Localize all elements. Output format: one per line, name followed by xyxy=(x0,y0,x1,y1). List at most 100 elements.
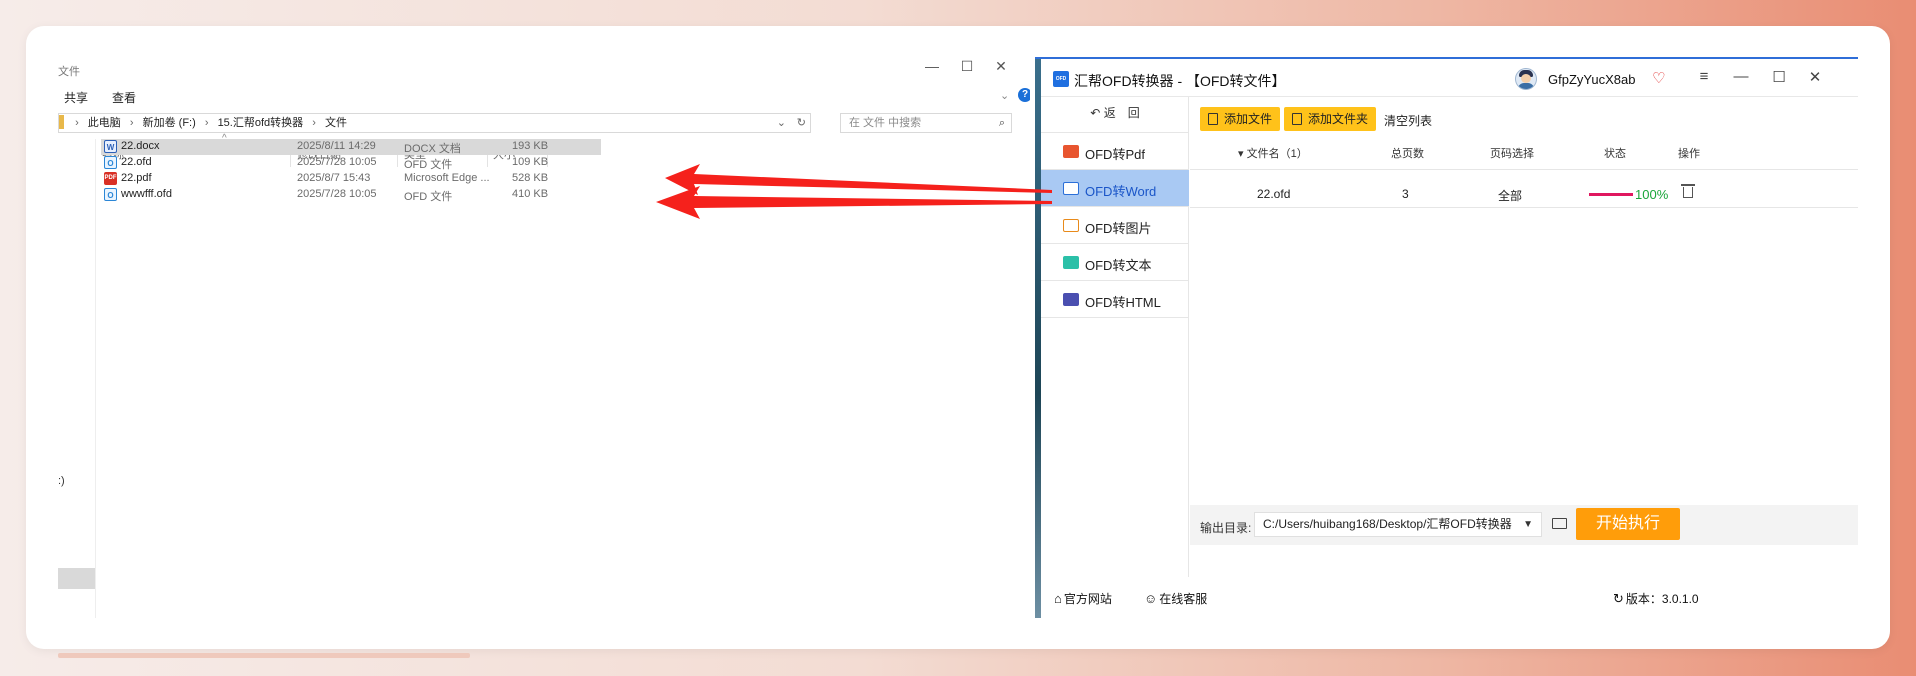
file-type: Microsoft Edge ... xyxy=(404,172,490,184)
progress-fill xyxy=(1589,193,1633,196)
output-path-select[interactable]: C:/Users/huibang168/Desktop/汇帮OFD转换器 ▼ xyxy=(1254,512,1542,537)
version-label: ↻ 版本：3.0.1.0 xyxy=(1613,591,1699,606)
back-label: 返 回 xyxy=(1103,106,1140,120)
minimize-button[interactable]: — xyxy=(917,58,947,74)
file-size: 109 KB xyxy=(512,156,549,168)
sidebar-item-label: OFD转Pdf xyxy=(1085,147,1145,162)
sidebar-item-image[interactable]: OFD转图片 xyxy=(1041,207,1189,244)
app-logo-icon: OFD xyxy=(1053,71,1069,87)
nav-item[interactable]: :) xyxy=(58,475,65,487)
search-icon: ⌕ xyxy=(998,117,1005,129)
official-website-link[interactable]: ⌂ 官方网站 xyxy=(1054,590,1112,607)
file-date: 2025/8/7 15:43 xyxy=(297,172,371,184)
explorer-title: 文件 xyxy=(58,66,80,78)
folder-icon xyxy=(59,115,64,129)
add-file-button[interactable]: 添加文件 xyxy=(1200,107,1281,131)
home-icon: ⌂ xyxy=(1054,591,1062,606)
open-folder-icon[interactable] xyxy=(1552,518,1567,529)
breadcrumb-current[interactable]: 文件 xyxy=(325,117,347,129)
header-status: 状态 xyxy=(1604,148,1626,160)
file-row[interactable]: PDF 22.pdf 2025/8/7 15:43 Microsoft Edge… xyxy=(101,171,601,187)
file-type: OFD 文件 xyxy=(404,191,453,203)
sidebar-item-label: OFD转图片 xyxy=(1085,221,1152,236)
text-icon xyxy=(1063,256,1079,269)
sidebar-item-label: OFD转HTML xyxy=(1085,295,1161,310)
back-button[interactable]: ↶ 返 回 xyxy=(1041,97,1189,133)
sidebar-item-pdf[interactable]: OFD转Pdf xyxy=(1041,133,1189,170)
decorative-strip xyxy=(58,653,470,658)
add-folder-button[interactable]: 添加文件夹 xyxy=(1284,107,1377,131)
file-explorer-window: 文件 — ☐ ✕ 共享 查看 ⌄ ? › 此电脑 › 新加卷 (F:) › 15… xyxy=(58,53,1030,618)
html-icon xyxy=(1063,293,1079,306)
online-service-link[interactable]: ☺ 在线客服 xyxy=(1144,590,1207,607)
file-name: 22.docx xyxy=(121,140,160,152)
maximize-button[interactable]: ☐ xyxy=(1768,68,1790,86)
sidebar: ↶ 返 回 OFD转Pdf OFD转Word OFD转图片 OFD转文本 OFD… xyxy=(1041,97,1189,577)
file-type: DOCX 文档 xyxy=(404,143,461,155)
folder-icon xyxy=(1292,113,1302,125)
breadcrumb-drive[interactable]: 新加卷 (F:) xyxy=(143,117,196,129)
file-date: 2025/7/28 10:05 xyxy=(297,188,377,200)
progress-bar xyxy=(1589,193,1633,196)
output-bar: 输出目录: C:/Users/huibang168/Desktop/汇帮OFD转… xyxy=(1190,505,1858,545)
footer: ⌂ 官方网站 ☺ 在线客服 ↻ 版本：3.0.1.0 xyxy=(1041,582,1858,618)
row-page-range[interactable]: 全部 xyxy=(1498,187,1522,204)
pdf-icon xyxy=(1063,145,1079,158)
trash-icon[interactable] xyxy=(1681,184,1695,198)
username[interactable]: GfpZyYucX8ab xyxy=(1548,72,1635,87)
start-button[interactable]: 开始执行 xyxy=(1576,508,1680,540)
pdf-file-icon: PDF xyxy=(104,172,117,185)
avatar[interactable] xyxy=(1515,68,1537,90)
file-size: 410 KB xyxy=(512,188,549,200)
header-pages: 总页数 xyxy=(1391,148,1424,160)
support-icon: ☺ xyxy=(1144,591,1158,606)
file-date: 2025/8/11 14:29 xyxy=(297,140,376,152)
vip-heart-icon[interactable]: ♡ xyxy=(1652,69,1665,87)
row-filename: 22.ofd xyxy=(1257,187,1291,201)
refresh-icon: ↻ xyxy=(1613,591,1624,606)
word-file-icon: W xyxy=(104,140,117,153)
chevron-down-icon[interactable]: ⌄ xyxy=(1000,89,1009,102)
ofd-file-icon: O xyxy=(104,156,117,169)
app-title: 汇帮OFD转换器 - 【OFD转文件】 xyxy=(1074,73,1286,89)
search-input[interactable]: 在 文件 中搜索 ⌕ xyxy=(840,113,1012,133)
file-row[interactable]: O wwwfff.ofd 2025/7/28 10:05 OFD 文件 410 … xyxy=(101,187,601,203)
breadcrumb-folder[interactable]: 15.汇帮ofd转换器 xyxy=(218,117,304,129)
main-panel: 添加文件 添加文件夹 清空列表 ▾ 文件名（1） 总页数 页码选择 状态 操作 … xyxy=(1190,97,1858,577)
file-name: 22.pdf xyxy=(121,172,152,184)
sidebar-item-html[interactable]: OFD转HTML xyxy=(1041,281,1189,318)
file-type: OFD 文件 xyxy=(404,159,453,171)
header-filename[interactable]: ▾ 文件名（1） xyxy=(1238,145,1308,161)
nav-selected-item[interactable] xyxy=(58,568,95,589)
close-button[interactable]: ✕ xyxy=(1804,68,1826,86)
maximize-button[interactable]: ☐ xyxy=(952,58,982,75)
file-row[interactable]: O 22.ofd 2025/7/28 10:05 OFD 文件 109 KB xyxy=(101,155,601,171)
chevron-down-icon[interactable]: ⌄ xyxy=(777,114,786,132)
clear-list-button[interactable]: 清空列表 xyxy=(1384,112,1432,129)
navigation-pane: :) xyxy=(58,139,96,618)
back-icon: ↶ xyxy=(1090,106,1101,120)
menu-icon[interactable]: ≡ xyxy=(1693,68,1715,85)
help-icon[interactable]: ? xyxy=(1018,88,1030,102)
file-size: 528 KB xyxy=(512,172,549,184)
minimize-button[interactable]: — xyxy=(1730,68,1752,85)
row-pages: 3 xyxy=(1402,187,1409,201)
image-icon xyxy=(1063,219,1079,232)
sidebar-item-word[interactable]: OFD转Word xyxy=(1041,170,1189,207)
menu-share[interactable]: 共享 xyxy=(64,89,88,106)
file-row[interactable]: W 22.docx 2025/8/11 14:29 DOCX 文档 193 KB xyxy=(101,139,601,155)
ofd-converter-window: OFD 汇帮OFD转换器 - 【OFD转文件】 GfpZyYucX8ab ♡ ≡… xyxy=(1035,57,1858,618)
close-button[interactable]: ✕ xyxy=(986,58,1016,75)
file-icon xyxy=(1208,113,1218,125)
breadcrumb-this-pc[interactable]: 此电脑 xyxy=(88,117,121,129)
sidebar-item-text[interactable]: OFD转文本 xyxy=(1041,244,1189,281)
file-size: 193 KB xyxy=(512,140,549,152)
output-label: 输出目录: xyxy=(1200,521,1252,535)
refresh-icon[interactable]: ↻ xyxy=(797,114,806,132)
menu-view[interactable]: 查看 xyxy=(112,89,136,106)
title-bar: OFD 汇帮OFD转换器 - 【OFD转文件】 GfpZyYucX8ab ♡ ≡… xyxy=(1041,59,1858,97)
file-date: 2025/7/28 10:05 xyxy=(297,156,377,168)
address-bar[interactable]: › 此电脑 › 新加卷 (F:) › 15.汇帮ofd转换器 › 文件 ⌄ ↻ xyxy=(58,113,811,133)
search-placeholder: 在 文件 中搜索 xyxy=(849,117,922,129)
word-icon xyxy=(1063,182,1079,195)
